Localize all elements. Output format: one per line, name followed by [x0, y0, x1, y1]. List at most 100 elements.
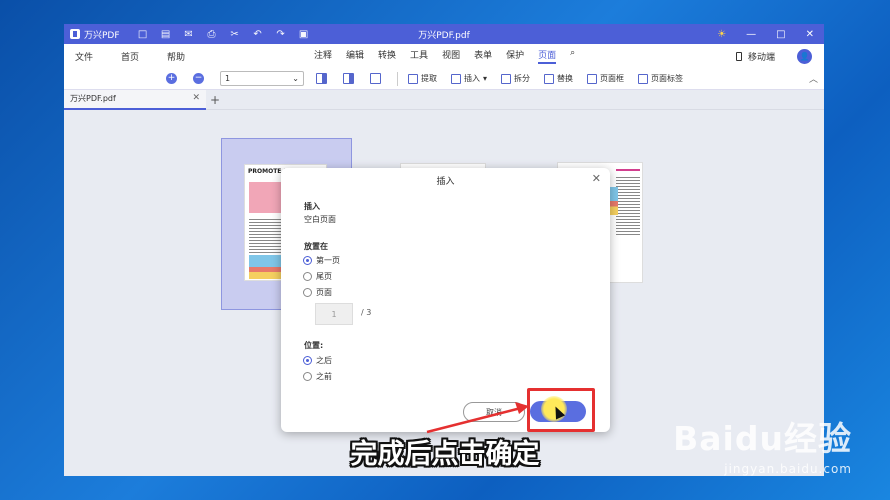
place-first-label: 第一页	[316, 256, 340, 265]
document-tab-label: 万兴PDF.pdf	[70, 94, 116, 103]
menu-help[interactable]: 帮助	[167, 50, 185, 63]
document-tab-bar: 万兴PDF.pdf ✕ +	[64, 89, 824, 110]
mail-icon[interactable]: ✉	[184, 29, 194, 40]
maximize-icon[interactable]: □	[776, 29, 785, 40]
page-photo	[249, 255, 285, 279]
app-logo-icon	[70, 29, 80, 39]
page-box-tool[interactable]: 页面框	[587, 73, 624, 84]
menu-form[interactable]: 表单	[474, 48, 492, 64]
insert-icon	[451, 73, 461, 84]
close-icon[interactable]: ✕	[806, 29, 814, 40]
place-page-label: 页面	[316, 288, 332, 297]
menu-bar: 文件 首页 帮助 注释 编辑 转换 工具 视图 表单 保护 页面 ⌕ 移动端 👤	[64, 44, 824, 68]
new-tab-icon[interactable]: +	[210, 93, 220, 107]
menu-file[interactable]: 文件	[75, 50, 93, 63]
menu-view[interactable]: 视图	[442, 48, 460, 64]
place-last-option[interactable]: 尾页	[303, 271, 332, 282]
position-label: 位置:	[304, 341, 324, 350]
page-photo	[610, 187, 618, 215]
rotate-left-icon[interactable]	[316, 73, 327, 84]
replace-label: 替换	[557, 74, 574, 83]
split-tool[interactable]: 拆分	[501, 73, 530, 84]
extract-icon	[408, 73, 418, 84]
page-number-input[interactable]: 1	[315, 303, 353, 325]
place-page-option[interactable]: 页面	[303, 287, 332, 298]
page-total-text: / 3	[361, 308, 372, 317]
close-tab-icon[interactable]: ✕	[192, 93, 200, 103]
zoom-in-button[interactable]: +	[166, 73, 177, 84]
page-box-icon	[587, 73, 598, 84]
toolbar-divider	[397, 71, 398, 86]
app-logo: 万兴PDF	[70, 28, 120, 41]
theme-sun-icon[interactable]: ☀	[717, 29, 726, 40]
dialog-title: 插入	[436, 177, 455, 187]
menu-tools[interactable]: 工具	[410, 48, 428, 64]
redo-icon[interactable]: ↷	[276, 29, 286, 40]
page-number-select[interactable]: 1 ⌄	[220, 71, 304, 86]
position-before-option[interactable]: 之前	[303, 371, 332, 382]
page-toolbar: + − 1 ⌄ 提取 插入 ▾ 拆分 替换 页面框 页面标签 ︿	[64, 68, 824, 90]
split-label: 拆分	[514, 74, 531, 83]
page-number-value: 1	[225, 74, 231, 83]
place-first-option[interactable]: 第一页	[303, 255, 340, 266]
page-accent-bar	[616, 169, 640, 171]
radio-selected-icon[interactable]	[303, 356, 312, 365]
window-controls: ☀ — □ ✕	[717, 29, 814, 40]
search-icon[interactable]: ⌕	[570, 48, 575, 64]
collapse-ribbon-icon[interactable]: ︿	[809, 72, 818, 85]
radio-icon[interactable]	[303, 288, 312, 297]
page-label-label: 页面标签	[651, 74, 684, 83]
watermark: Baidu经验 jingyan.baidu.com	[673, 412, 852, 476]
menu-comment[interactable]: 注释	[314, 48, 332, 64]
save-icon[interactable]: ▤	[161, 29, 171, 40]
share-icon[interactable]: ✂	[230, 29, 240, 40]
menu-edit[interactable]: 编辑	[346, 48, 364, 64]
radio-icon[interactable]	[303, 272, 312, 281]
page-box-label: 页面框	[600, 74, 625, 83]
insert-tool[interactable]: 插入 ▾	[451, 73, 487, 84]
delete-page-icon[interactable]	[370, 73, 381, 84]
insert-type-value: 空白页面	[304, 215, 336, 224]
radio-icon[interactable]	[303, 372, 312, 381]
position-after-label: 之后	[316, 356, 332, 365]
position-before-label: 之前	[316, 372, 332, 381]
chevron-down-icon: ⌄	[292, 74, 299, 83]
window-layout-icon[interactable]: ▣	[299, 29, 309, 40]
open-folder-icon[interactable]: □	[138, 29, 148, 40]
replace-icon	[544, 73, 555, 84]
split-icon	[501, 73, 512, 84]
mobile-link[interactable]: 移动端	[748, 50, 775, 63]
quick-access-toolbar: □ ▤ ✉ ⎙ ✂ ↶ ↷ ▣	[138, 29, 309, 40]
page-label-tool[interactable]: 页面标签	[638, 73, 683, 84]
radio-selected-icon[interactable]	[303, 256, 312, 265]
place-last-label: 尾页	[316, 272, 332, 281]
watermark-url: jingyan.baidu.com	[724, 462, 852, 476]
page-label-icon	[638, 73, 649, 84]
replace-tool[interactable]: 替换	[544, 73, 573, 84]
insert-label: 插入	[464, 74, 480, 83]
extract-tool[interactable]: 提取	[408, 73, 437, 84]
text-lines	[616, 175, 640, 237]
minimize-icon[interactable]: —	[746, 29, 756, 40]
chevron-down-icon: ▾	[483, 74, 488, 83]
rotate-right-icon[interactable]	[343, 73, 354, 84]
mobile-icon[interactable]	[735, 51, 742, 61]
annotation-arrow	[426, 402, 529, 434]
position-after-option[interactable]: 之后	[303, 355, 332, 366]
close-icon[interactable]: ✕	[592, 172, 601, 185]
zoom-out-button[interactable]: −	[193, 73, 204, 84]
place-at-label: 放置在	[304, 242, 328, 251]
menu-protect[interactable]: 保护	[506, 48, 524, 64]
user-avatar[interactable]: 👤	[797, 48, 812, 64]
menu-home[interactable]: 首页	[121, 50, 139, 63]
title-bar: 万兴PDF □ ▤ ✉ ⎙ ✂ ↶ ↷ ▣ 万兴PDF.pdf ☀ — □ ✕	[64, 24, 824, 44]
document-tab[interactable]: 万兴PDF.pdf ✕	[64, 89, 206, 110]
undo-icon[interactable]: ↶	[253, 29, 263, 40]
menu-convert[interactable]: 转换	[378, 48, 396, 64]
insert-type-label: 插入	[304, 202, 320, 211]
menu-page[interactable]: 页面	[538, 48, 557, 64]
app-name: 万兴PDF	[84, 30, 120, 41]
print-icon[interactable]: ⎙	[207, 29, 217, 40]
page-image	[249, 182, 285, 213]
extract-label: 提取	[421, 74, 437, 83]
